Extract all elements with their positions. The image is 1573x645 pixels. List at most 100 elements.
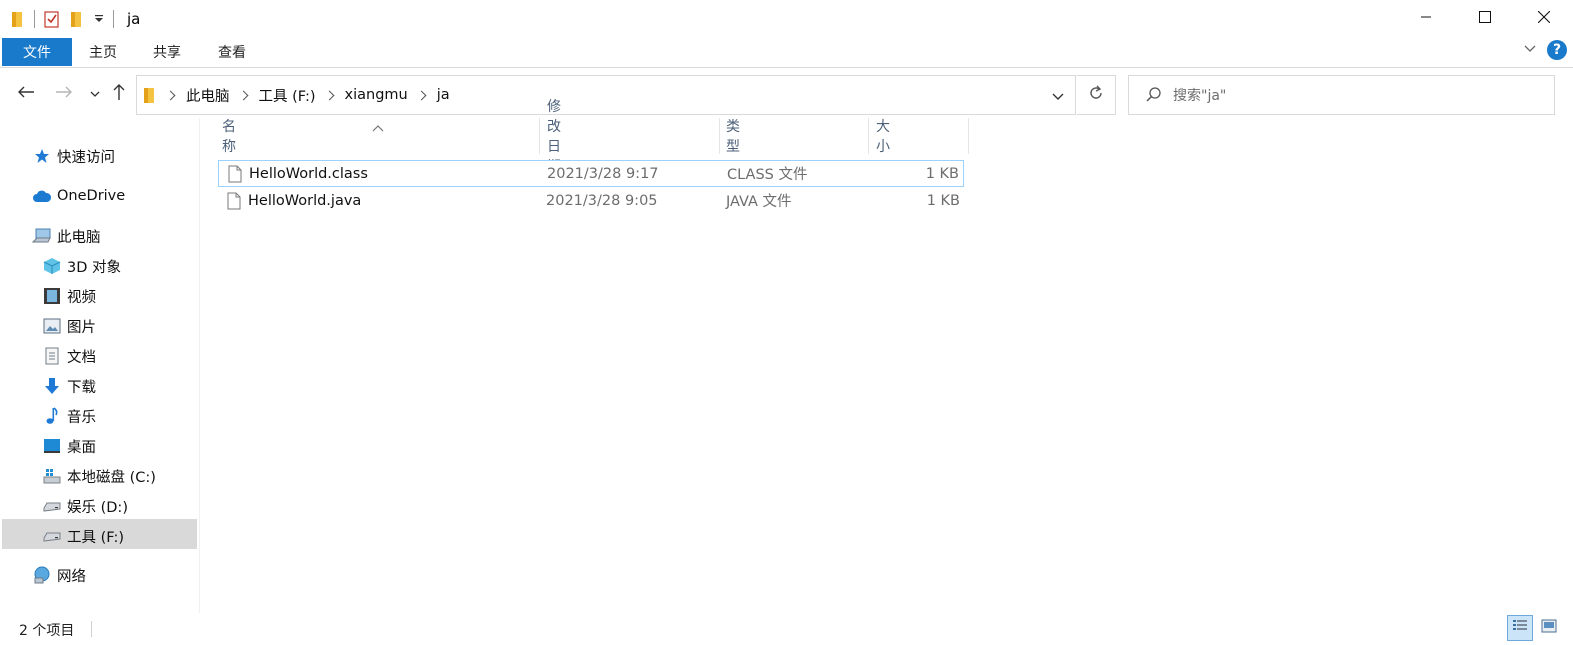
new-folder-icon[interactable] [70,7,84,31]
file-type: CLASS 文件 [727,167,808,183]
back-button[interactable] [15,82,37,106]
search-input[interactable]: 搜索"ja" [1173,85,1226,105]
tab-home[interactable]: 主页 [89,38,117,66]
title-bar: ja [0,0,1573,38]
sidebar-item-quick-access[interactable]: 快速访问 [32,141,115,171]
file-name: HelloWorld.java [248,192,362,209]
column-header-type[interactable]: 类型 [726,118,740,155]
column-divider[interactable] [968,118,969,154]
sidebar-item-label: 视频 [67,289,96,306]
sidebar-item-label: 3D 对象 [67,259,121,276]
quick-access-toolbar: ja [0,0,140,38]
up-button[interactable] [108,82,130,106]
properties-check-icon[interactable] [44,7,60,31]
file-row[interactable]: HelloWorld.class 2021/3/28 9:17 CLASS 文件… [218,160,964,187]
tab-file[interactable]: 文件 [2,38,72,66]
computer-icon [32,226,52,246]
chevron-down-icon [90,86,100,102]
help-button[interactable]: ? [1547,40,1567,60]
column-header-name[interactable]: 名称 [222,118,236,155]
sidebar-item-desktop[interactable]: 桌面 [42,431,96,461]
tab-share[interactable]: 共享 [153,38,181,66]
item-count: 2 个项目 [19,623,75,639]
details-view-button[interactable] [1507,615,1533,641]
music-note-icon [42,406,62,426]
sidebar-item-label: 下载 [67,379,96,396]
windows-drive-icon [42,466,62,486]
column-divider[interactable] [719,118,720,154]
maximize-button[interactable] [1455,0,1514,38]
sidebar-item-drive-d[interactable]: 娱乐 (D:) [42,491,128,521]
breadcrumb-item[interactable]: 此电脑 [186,85,230,106]
file-modified: 2021/3/28 9:05 [546,192,658,209]
network-icon [32,565,52,585]
close-button[interactable] [1514,0,1573,38]
expand-ribbon-icon[interactable] [1523,42,1537,58]
file-size: 1 KB [926,192,960,209]
customize-dropdown-icon[interactable] [94,7,104,31]
sort-ascending-icon [372,120,384,136]
forward-arrow-icon [55,85,73,103]
breadcrumb-item[interactable]: ja [437,87,450,103]
file-modified: 2021/3/28 9:17 [547,165,659,182]
picture-icon [42,316,62,336]
address-bar[interactable]: 此电脑 工具 (F:) xiangmu ja [136,75,1076,115]
maximize-icon [1478,11,1491,27]
sidebar-item-label: 此电脑 [57,229,101,246]
breadcrumb-separator-icon[interactable] [416,90,427,100]
search-icon [1145,86,1163,104]
sidebar-item-downloads[interactable]: 下载 [42,371,96,401]
star-icon [32,146,52,166]
breadcrumb-item[interactable]: xiangmu [345,87,408,103]
window-title: ja [127,10,141,28]
close-icon [1537,10,1550,27]
column-header-modified[interactable]: 修改日期 [547,99,561,175]
address-dropdown-icon[interactable] [1051,90,1065,106]
column-divider[interactable] [539,118,540,154]
sidebar-item-onedrive[interactable]: OneDrive [32,181,125,211]
minimize-button[interactable] [1396,0,1455,38]
sidebar-item-label: 工具 (F:) [67,529,125,546]
navigation-bar: 此电脑 工具 (F:) xiangmu ja 搜索"ja" [0,73,1573,115]
refresh-button[interactable] [1077,75,1116,115]
file-type: JAVA 文件 [726,194,792,210]
forward-button[interactable] [53,82,75,106]
sidebar-item-label: OneDrive [57,188,126,204]
file-size: 1 KB [925,165,959,182]
sidebar-item-label: 本地磁盘 (C:) [67,469,156,486]
status-divider [91,621,92,637]
sidebar-item-network[interactable]: 网络 [32,560,86,590]
sidebar-item-label: 图片 [67,319,96,336]
file-explorer-window: ja 文件 主页 共享 查看 ? 此电脑 工具 (F:) xiangmu ja … [0,0,1573,645]
ribbon-tabs: 文件 主页 共享 查看 ? [0,38,1573,68]
sidebar-item-documents[interactable]: 文档 [42,341,96,371]
sidebar-item-pictures[interactable]: 图片 [42,311,96,341]
sidebar-item-local-disk-c[interactable]: 本地磁盘 (C:) [42,461,156,491]
file-row[interactable]: HelloWorld.java 2021/3/28 9:05 JAVA 文件 1… [218,188,964,215]
sidebar-item-music[interactable]: 音乐 [42,401,96,431]
sidebar-item-label: 音乐 [67,409,96,426]
column-header-size[interactable]: 大小 [876,118,890,155]
breadcrumb-separator-icon[interactable] [165,90,176,100]
desktop-icon [42,436,62,456]
refresh-icon [1088,85,1104,105]
sidebar-item-this-pc[interactable]: 此电脑 [32,221,101,251]
breadcrumb-separator-icon[interactable] [324,90,334,100]
minimize-icon [1420,11,1432,27]
sidebar-item-videos[interactable]: 视频 [42,281,96,311]
breadcrumb-separator-icon[interactable] [238,90,248,100]
status-bar: 2 个项目 [0,613,1573,645]
breadcrumb-item[interactable]: 工具 (F:) [259,85,316,106]
sidebar-item-label: 网络 [57,568,86,585]
sidebar-item-3d-objects[interactable]: 3D 对象 [42,251,121,281]
document-icon [42,346,62,366]
recent-locations-button[interactable] [84,82,106,106]
file-icon [227,192,241,214]
sidebar-item-label: 文档 [67,349,96,366]
search-box[interactable]: 搜索"ja" [1128,75,1555,115]
large-icons-view-button[interactable] [1536,615,1562,641]
sidebar-item-drive-f[interactable]: 工具 (F:) [42,521,124,551]
up-arrow-icon [112,83,126,105]
column-divider[interactable] [868,118,869,154]
tab-view[interactable]: 查看 [218,38,246,66]
